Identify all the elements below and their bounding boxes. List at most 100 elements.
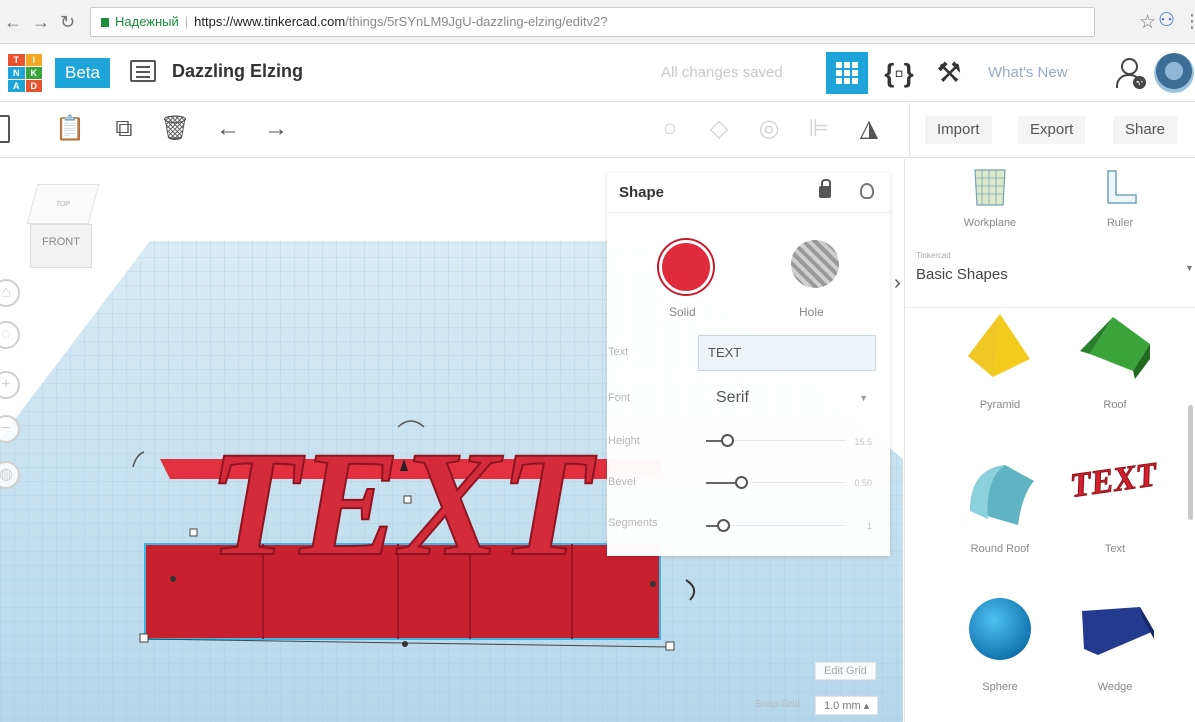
font-select-value: Serif — [716, 389, 749, 406]
text-input[interactable]: TEXT — [698, 335, 876, 371]
solid-label: Solid — [669, 305, 696, 319]
edit-toolbar: 📋 ⧉ 🗑 ← → ○ ◇ ◎ ⊫ ◮ Import Export Share — [0, 103, 1195, 158]
text-3d-object[interactable]: TEXT — [144, 420, 665, 640]
design-menu-icon[interactable] — [130, 60, 156, 82]
shape-inspector: Shape Solid Hole Text TEXT Font Serif ▼ … — [607, 173, 890, 556]
undo-icon[interactable]: ← — [214, 115, 242, 143]
shape-tile-wedge[interactable]: Wedge — [1055, 589, 1175, 719]
lock-icon[interactable] — [819, 179, 831, 198]
resize-handle[interactable] — [665, 641, 675, 651]
codeblocks-icon[interactable]: {▫} — [878, 52, 920, 94]
back-icon[interactable]: ← — [4, 12, 22, 33]
browser-toolbar: ← → ↻ Надежный | https://www.tinkercad.com… — [0, 0, 1195, 44]
tinkercad-logo[interactable]: TINKAD — [8, 54, 42, 92]
shape-tile-round-roof[interactable]: Round Roof — [940, 451, 1060, 581]
forward-icon[interactable]: → — [32, 12, 50, 33]
hole-label: Hole — [799, 305, 824, 319]
snap-grid-value: 1.0 mm — [824, 700, 861, 712]
align-icon[interactable]: ⊫ — [805, 115, 833, 143]
slider-knob[interactable] — [716, 519, 730, 532]
shape-tile-sphere[interactable]: Sphere — [940, 589, 1060, 719]
design-title[interactable]: Dazzling Elzing — [172, 61, 303, 82]
import-button[interactable]: Import — [925, 116, 992, 144]
roof-icon — [1080, 317, 1150, 379]
shape-tile-text[interactable]: TEXT Text — [1055, 451, 1175, 581]
logo-letter: K — [25, 67, 42, 79]
shape-tile-pyramid[interactable]: Pyramid — [940, 307, 1060, 437]
text-shape-icon: TEXT — [1067, 456, 1160, 506]
resize-handle[interactable] — [189, 528, 198, 537]
chevron-down-icon[interactable]: ▼ — [1185, 263, 1194, 273]
3d-view-grid-icon[interactable] — [826, 52, 868, 94]
reload-icon[interactable]: ↻ — [60, 12, 75, 33]
app-header: TINKAD Beta Dazzling Elzing All changes … — [0, 44, 1195, 102]
light-bulb-icon[interactable]: ○ — [656, 115, 684, 143]
shape-label: Sphere — [982, 681, 1018, 693]
font-select[interactable]: Serif ▼ — [706, 383, 876, 413]
share-button[interactable]: Share — [1113, 116, 1178, 144]
slider-knob[interactable] — [721, 434, 734, 447]
shape-label: Roof — [1103, 399, 1127, 411]
whats-new-link[interactable]: What's New — [988, 64, 1068, 81]
url-host: https://www.tinkercad.com — [194, 14, 346, 29]
library-scrollbar[interactable] — [1188, 405, 1193, 520]
library-category-select[interactable]: Basic Shapes — [916, 266, 1008, 283]
segments-value: 1 — [866, 521, 872, 531]
logo-letter: N — [8, 67, 25, 79]
library-source-label: Tinkercad — [916, 251, 951, 260]
workplane-icon — [974, 169, 1006, 206]
group-icon[interactable]: ◎ — [755, 115, 783, 143]
resize-handle[interactable] — [139, 633, 149, 643]
viewcube-top[interactable]: TOP — [26, 184, 100, 224]
logo-letter: A — [8, 80, 25, 92]
url-path: /things/5rSYnLM9JgU-dazzling-elzing/edit… — [345, 14, 608, 29]
toolbar-divider — [909, 103, 910, 158]
chevron-right-icon[interactable]: › — [894, 272, 901, 295]
light-bulb-icon[interactable] — [860, 183, 874, 199]
shape-label: Wedge — [1097, 681, 1133, 693]
hole-swatch[interactable] — [791, 240, 839, 288]
add-user-icon[interactable]: + — [1115, 56, 1146, 90]
round-roof-icon — [970, 465, 1034, 525]
logo-letter: I — [25, 54, 42, 66]
save-status: All changes saved — [661, 64, 783, 81]
slider-knob[interactable] — [735, 476, 748, 489]
url-separator: | — [184, 14, 189, 29]
duplicate-icon[interactable]: ⧉ — [110, 115, 138, 143]
height-value: 15.5 — [854, 437, 872, 447]
text-object-label: TEXT — [208, 421, 597, 587]
pyramid-icon — [968, 314, 1030, 377]
workplane-tool[interactable]: Workplane — [935, 167, 1045, 229]
browser-menu-icon[interactable]: ⋮ — [1183, 11, 1195, 32]
segments-prop-label: Segments — [608, 517, 658, 529]
mirror-icon[interactable]: ◮ — [855, 115, 883, 143]
edit-grid-button[interactable]: Edit Grid — [815, 662, 876, 680]
paste-icon[interactable]: 📋 — [55, 115, 85, 143]
delete-trash-icon[interactable]: 🗑 — [160, 115, 190, 143]
shape-label: Pyramid — [979, 399, 1021, 411]
export-button[interactable]: Export — [1018, 116, 1086, 144]
secure-label: Надежный — [115, 14, 179, 29]
ruler-label: Ruler — [1106, 217, 1134, 229]
font-prop-label: Font — [608, 392, 631, 404]
height-prop-label: Height — [608, 435, 640, 447]
hammer-tools-icon[interactable]: ⚒ — [928, 52, 970, 94]
note-icon[interactable]: ◇ — [705, 115, 733, 143]
bookmark-star-icon[interactable]: ☆ — [1139, 11, 1156, 34]
extension-icon[interactable]: ⚇ — [1158, 9, 1175, 32]
shape-label: Round Roof — [970, 543, 1030, 555]
resize-handle[interactable] — [403, 495, 412, 504]
solid-color-swatch[interactable] — [659, 240, 713, 294]
ruler-tool[interactable]: Ruler — [1065, 167, 1175, 229]
redo-icon[interactable]: → — [262, 115, 290, 143]
view-cube[interactable]: TOP FRONT — [22, 184, 100, 268]
copy-icon[interactable] — [0, 115, 10, 143]
user-avatar[interactable] — [1154, 53, 1194, 93]
snap-grid-select[interactable]: 1.0 mm ▴ — [815, 696, 879, 715]
inspector-header: Shape — [607, 173, 890, 213]
address-bar[interactable]: Надежный | https://www.tinkercad.com/thing… — [90, 7, 1095, 37]
viewcube-front[interactable]: FRONT — [30, 224, 92, 268]
workplane-label: Workplane — [963, 217, 1017, 229]
svg-text:TEXT: TEXT — [1070, 456, 1160, 505]
shape-tile-roof[interactable]: Roof — [1055, 307, 1175, 437]
